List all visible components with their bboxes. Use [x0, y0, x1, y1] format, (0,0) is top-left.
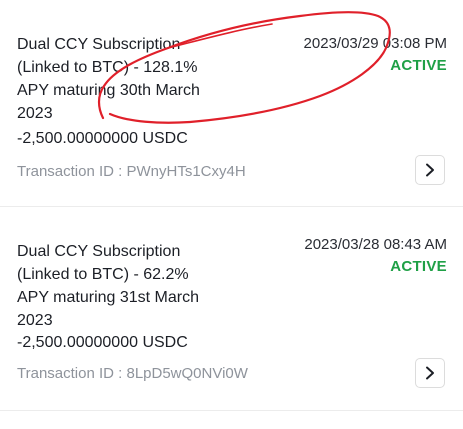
transaction-id: Transaction ID : 8LpD5wQ0NVi0W — [17, 365, 248, 382]
transaction-list: Dual CCY Subscription (Linked to BTC) - … — [0, 0, 463, 429]
status-badge: ACTIVE — [390, 57, 447, 74]
transaction-id: Transaction ID : PWnyHTs1Cxy4H — [17, 163, 246, 180]
transaction-card[interactable]: Dual CCY Subscription (Linked to BTC) - … — [0, 0, 463, 206]
details-button[interactable] — [415, 155, 445, 185]
transaction-title: Dual CCY Subscription (Linked to BTC) - … — [17, 36, 200, 122]
transaction-amount: -2,500.00000000 USDC — [17, 130, 188, 147]
status-badge: ACTIVE — [390, 258, 447, 275]
transaction-amount: -2,500.00000000 USDC — [17, 334, 188, 351]
chevron-right-icon — [426, 163, 434, 177]
details-button[interactable] — [415, 358, 445, 388]
transaction-card[interactable]: Dual CCY Subscription (Linked to BTC) - … — [0, 206, 463, 410]
transaction-datetime: 2023/03/28 08:43 AM — [304, 236, 447, 253]
divider — [0, 410, 463, 411]
chevron-right-icon — [426, 366, 434, 380]
transaction-datetime: 2023/03/29 03:08 PM — [303, 35, 447, 52]
transaction-title: Dual CCY Subscription (Linked to BTC) - … — [17, 243, 200, 329]
